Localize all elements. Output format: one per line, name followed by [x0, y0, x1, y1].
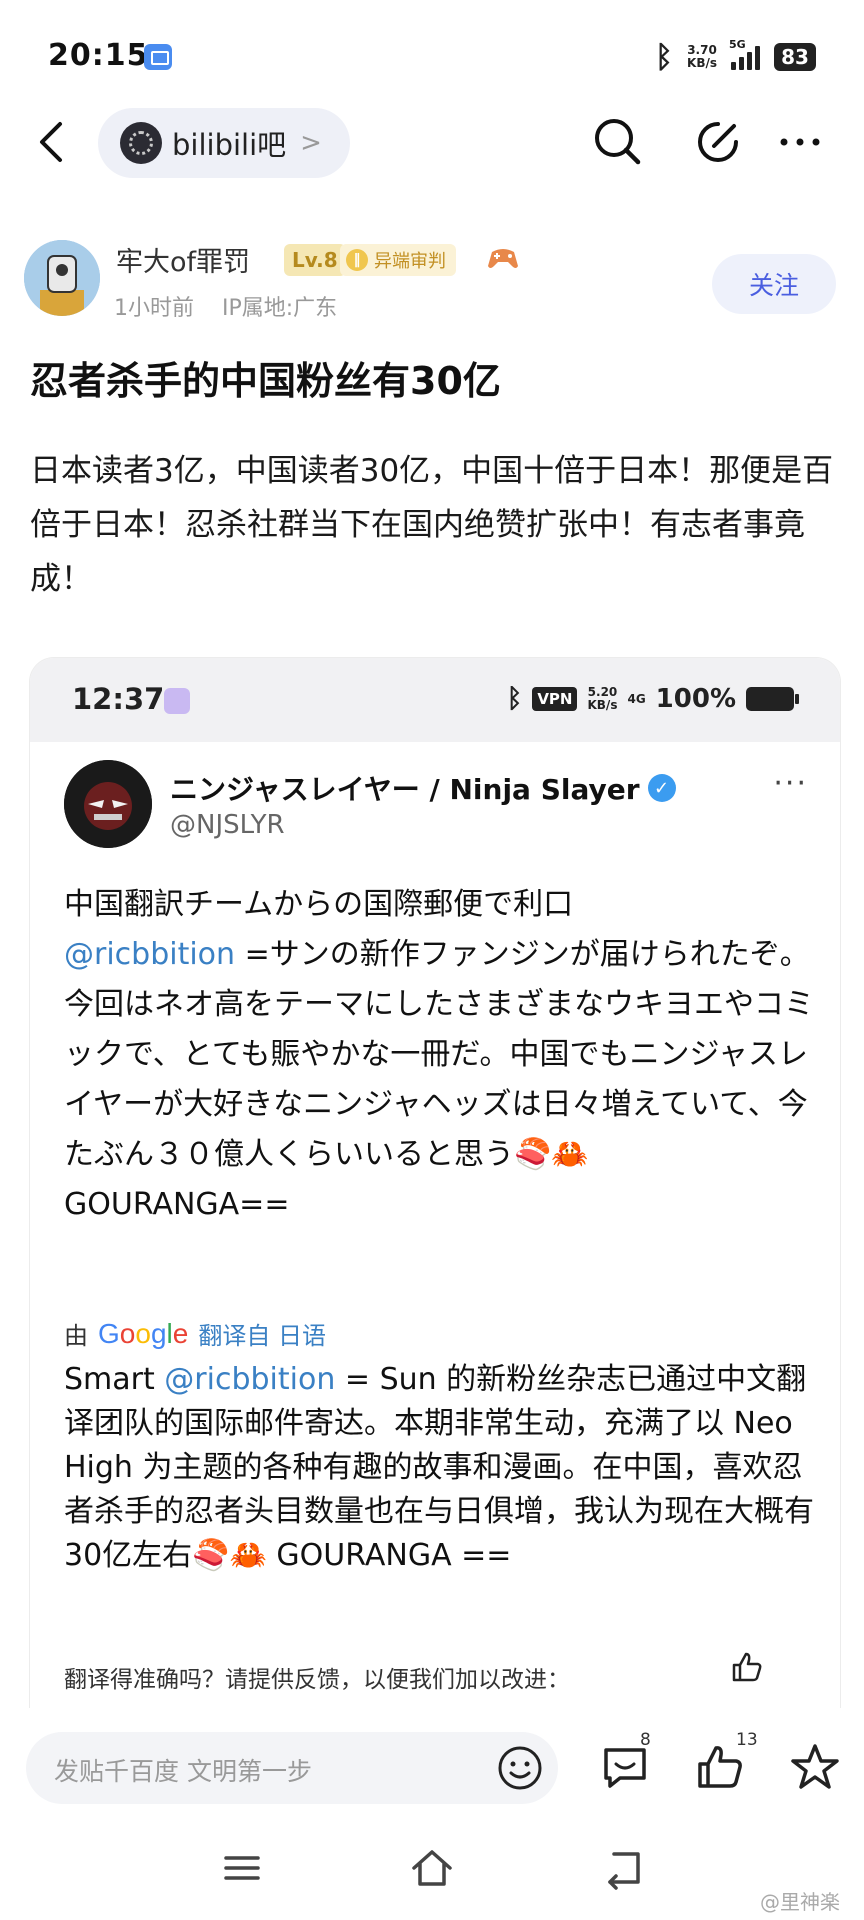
embedded-bluetooth-icon: ᛒ — [506, 684, 523, 714]
comment-count: 8 — [640, 1730, 651, 1750]
level-badge: Lv.8 — [284, 244, 346, 276]
chevron-right-icon: > — [300, 128, 322, 158]
back-arrow-icon[interactable] — [30, 114, 76, 170]
embedded-status-bar: 12:37 ᛒ VPN 5.20 KB/s 4G 100% — [30, 658, 840, 742]
verified-icon: ✓ — [647, 774, 676, 802]
tweet-display-name: ニンジャスレイヤー / Ninja Slayer ✓ — [170, 768, 676, 808]
forum-avatar — [120, 122, 162, 164]
comment-input[interactable]: 发贴千百度 文明第一步 — [26, 1732, 558, 1804]
tweet-mention: @ricbbition — [64, 937, 236, 972]
vpn-badge: VPN — [532, 687, 578, 711]
title-badge-label: 异端审判 — [374, 251, 446, 272]
translated-from: 翻译自 日语 — [198, 1322, 326, 1350]
forum-chip[interactable]: bilibili吧 > — [98, 108, 350, 178]
home-icon[interactable] — [408, 1844, 456, 1892]
tweet-text-part: 中国翻訳チームからの国際郵便で利口 — [64, 887, 574, 922]
embedded-status-right: ᛒ VPN 5.20 KB/s 4G 100% — [506, 682, 799, 716]
status-time: 20:15 — [48, 38, 149, 73]
status-bar: 20:15 ᛒ 3.70 KB/s 5G 83 — [0, 0, 864, 110]
signal-icon: 5G — [729, 38, 760, 70]
forum-name: bilibili吧 — [172, 128, 287, 162]
tweet-avatar — [64, 760, 152, 848]
comment-placeholder: 发贴千百度 文明第一步 — [54, 1757, 312, 1786]
embedded-app-icon — [164, 688, 190, 714]
emoji-icon[interactable] — [496, 1744, 544, 1792]
tweet-translation: Smart @ricbbition = Sun 的新粉丝杂志已通过中文翻译团队的… — [64, 1358, 824, 1578]
tweet-text: 中国翻訳チームからの国際郵便で利口 @ricbbition =サンの新作ファンジ… — [64, 880, 824, 1230]
like-count: 13 — [736, 1730, 758, 1750]
more-icon[interactable] — [770, 112, 830, 172]
embedded-network-type: 4G — [627, 692, 646, 706]
translation-source: 由 Google 翻译自 日语 — [64, 1316, 326, 1351]
watermark: @里神楽 — [760, 1890, 840, 1914]
post-title: 忍者杀手的中国粉丝有30亿 — [30, 359, 501, 403]
post-time: 1小时前 — [114, 296, 194, 321]
network-speed-unit: KB/s — [687, 56, 717, 70]
edit-icon[interactable] — [688, 112, 748, 172]
top-nav-bar: bilibili吧 > — [0, 100, 864, 190]
search-icon[interactable] — [588, 112, 648, 172]
google-logo: Google — [98, 1317, 189, 1349]
title-badge: ‖ 异端审判 — [340, 244, 456, 276]
ip-location: IP属地:广东 — [222, 296, 338, 321]
tweet-text-part: =サンの新作ファンジンが届けられたぞ。今回はネオ高をテーマにしたさまざまなウキヨ… — [64, 937, 814, 1172]
embedded-battery-icon — [746, 687, 799, 711]
translation-mention: @ricbbition — [164, 1362, 336, 1397]
embedded-time: 12:37 — [72, 682, 165, 716]
menu-icon[interactable] — [218, 1844, 266, 1892]
bottom-action-bar: 发贴千百度 文明第一步 8 13 — [0, 1708, 864, 1828]
network-type: 5G — [729, 38, 746, 51]
post-meta: 1小时前 IP属地:广东 — [114, 290, 337, 322]
author-avatar[interactable] — [24, 240, 100, 316]
coin-icon: ‖ — [346, 249, 368, 271]
star-icon[interactable] — [788, 1740, 842, 1794]
thumbs-up-icon — [732, 1652, 762, 1682]
translation-part: Smart — [64, 1362, 165, 1397]
tweet-text-part: GOURANGA== — [64, 1187, 290, 1222]
tweet-more-icon: ··· — [773, 766, 808, 801]
embedded-speed-unit: KB/s — [587, 698, 618, 712]
embedded-battery-pct: 100% — [655, 684, 736, 714]
translation-feedback: 翻译得准确吗？请提供反馈，以便我们加以改进： — [64, 1667, 570, 1693]
gamepad-icon — [488, 249, 518, 268]
post-body: 日本读者3亿，中国读者30亿，中国十倍于日本！那便是百倍于日本！忍杀社群当下在国… — [30, 453, 834, 597]
follow-button[interactable]: 关注 — [712, 254, 836, 314]
battery-icon: 83 — [774, 43, 816, 71]
status-right-group: ᛒ 3.70 KB/s 5G 83 — [655, 38, 816, 75]
translated-by-prefix: 由 — [64, 1322, 88, 1350]
embedded-speed: 5.20 KB/s — [587, 686, 617, 712]
author-name[interactable]: 牢大of罪罚 — [116, 240, 250, 279]
notification-app-icon — [144, 44, 172, 70]
return-icon[interactable] — [600, 1844, 648, 1892]
bluetooth-icon: ᛒ — [655, 39, 674, 75]
tweet-handle: @NJSLYR — [170, 810, 285, 840]
network-speed: 3.70 KB/s — [687, 44, 717, 70]
tweet-display-name-text: ニンジャスレイヤー / Ninja Slayer — [170, 773, 640, 806]
system-nav-bar — [0, 1830, 864, 1920]
embedded-screenshot[interactable]: 12:37 ᛒ VPN 5.20 KB/s 4G 100% ニンジャスレイヤー … — [30, 658, 840, 1708]
